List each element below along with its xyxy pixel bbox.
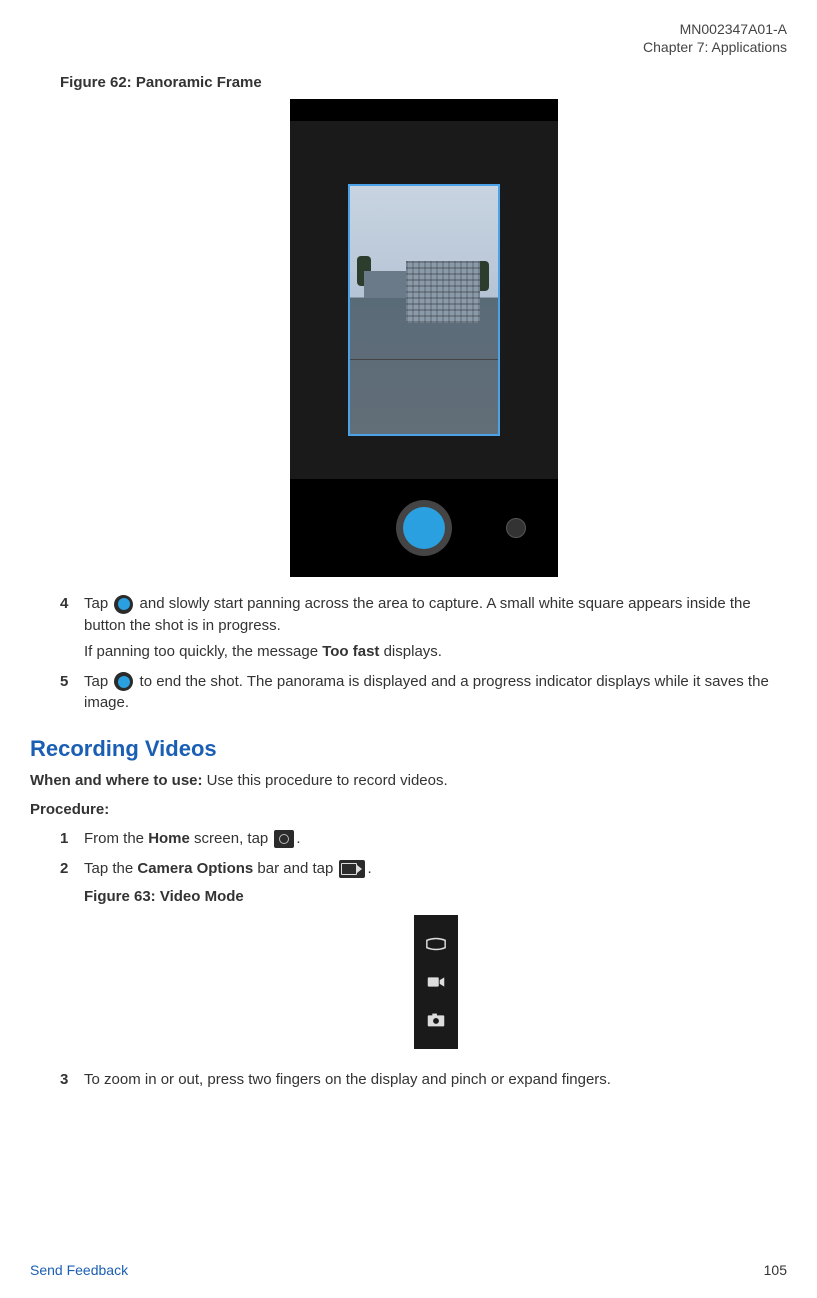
phone-screenshot [290,99,558,577]
step-text: Tap [84,595,112,612]
step-text: From the [84,830,148,847]
panorama-preview [348,184,500,436]
step-text: screen, tap [190,830,273,847]
figure-62 [60,99,787,581]
when-where-text: Use this procedure to record videos. [203,772,448,789]
video-icon [339,860,365,878]
figure-62-label: Figure 62: Panoramic Frame [60,74,787,91]
step-text: If panning too quickly, the message [84,643,322,660]
too-fast-label: Too fast [322,643,379,660]
step-number: 5 [60,671,84,715]
home-label: Home [148,830,190,847]
when-where-label: When and where to use: [30,772,203,789]
page-footer: Send Feedback 105 [30,1262,787,1278]
shutter-button-icon [396,500,452,556]
procedure-label: Procedure: [30,801,787,818]
step-text: Tap [84,673,112,690]
video-mode-icon [414,963,458,1001]
step-text: bar and tap [253,860,337,877]
step-text: and slowly start panning across the area… [84,595,751,634]
step-3: 3 To zoom in or out, press two fingers o… [60,1069,787,1091]
step-2: 2 Tap the Camera Options bar and tap . F… [60,858,787,1062]
shutter-icon [114,595,133,614]
step-number: 1 [60,828,84,850]
step-number: 3 [60,1069,84,1091]
step-5: 5 Tap to end the shot. The panorama is d… [60,671,787,715]
step-text: . [296,830,300,847]
doc-id: MN002347A01-A [30,20,787,38]
mode-strip [414,915,458,1049]
figure-63-label: Figure 63: Video Mode [84,886,787,908]
step-text: to end the shot. The panorama is display… [84,673,769,712]
panorama-steps: 4 Tap and slowly start panning across th… [60,593,787,714]
mode-switch-icon [506,518,526,538]
video-steps: 1 From the Home screen, tap . 2 Tap the … [60,828,787,1091]
section-title: Recording Videos [30,736,787,762]
chapter-label: Chapter 7: Applications [30,38,787,56]
step-text: Tap the [84,860,137,877]
page-number: 105 [764,1262,787,1278]
step-number: 4 [60,593,84,662]
camera-options-label: Camera Options [137,860,253,877]
send-feedback-link[interactable]: Send Feedback [30,1262,128,1278]
step-4: 4 Tap and slowly start panning across th… [60,593,787,662]
step-text: . [367,860,371,877]
figure-63 [84,915,787,1049]
camera-icon [274,830,294,848]
step-number: 2 [60,858,84,1062]
step-1: 1 From the Home screen, tap . [60,828,787,850]
page-header: MN002347A01-A Chapter 7: Applications [30,20,787,56]
step-text: displays. [379,643,442,660]
shutter-icon [114,672,133,691]
photo-mode-icon [414,1001,458,1039]
step-text: To zoom in or out, press two fingers on … [84,1071,611,1088]
panorama-mode-icon [414,925,458,963]
